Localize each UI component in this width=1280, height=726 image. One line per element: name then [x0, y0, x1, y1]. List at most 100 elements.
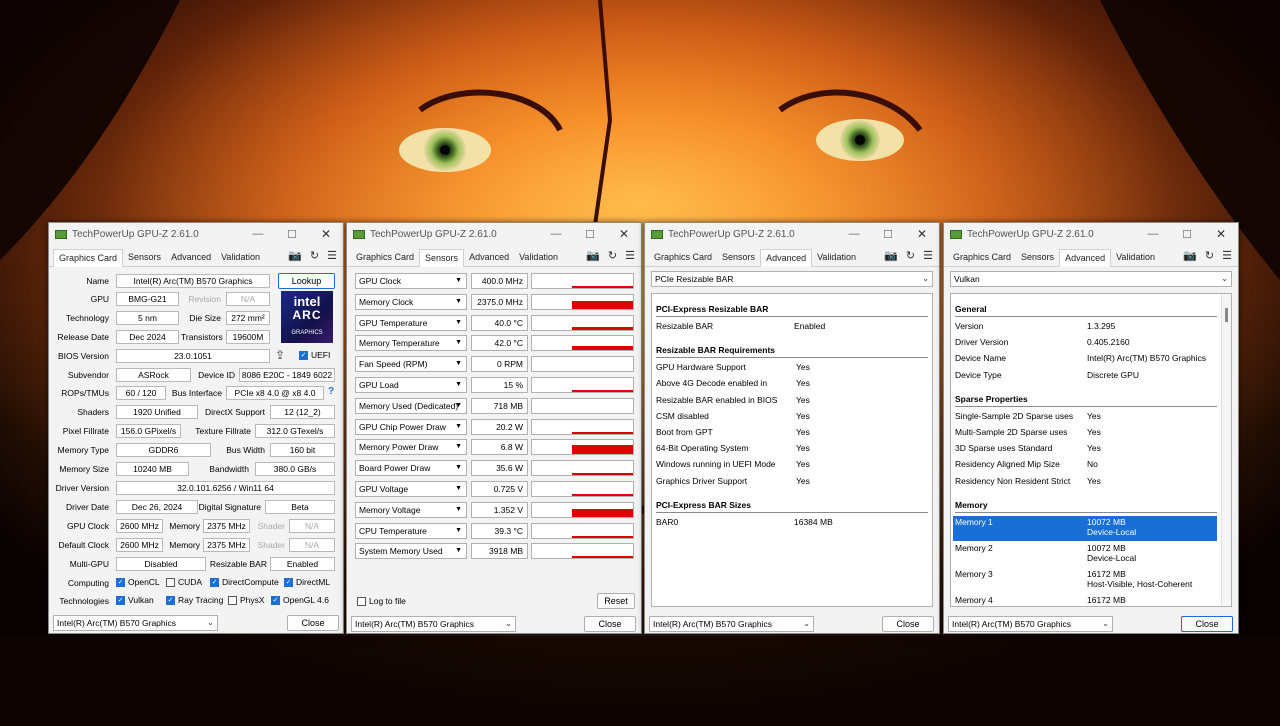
- opencl-checkbox[interactable]: ✓ OpenCL: [116, 577, 160, 587]
- close-window-button[interactable]: ✕: [905, 227, 939, 241]
- tab-sensors[interactable]: Sensors: [1016, 249, 1059, 266]
- advanced-category-select[interactable]: Vulkan ⌄: [950, 271, 1232, 287]
- memory-heap-row[interactable]: Memory 4 16172 MB: [953, 594, 1217, 606]
- tab-graphics-card[interactable]: Graphics Card: [53, 249, 124, 267]
- close-window-button[interactable]: ✕: [607, 227, 641, 241]
- refresh-icon[interactable]: ↻: [608, 249, 617, 262]
- advanced-category-select[interactable]: PCIe Resizable BAR ⌄: [651, 271, 933, 287]
- sensor-name-dropdown[interactable]: Board Power Draw ▼: [355, 460, 467, 477]
- maximize-button[interactable]: ☐: [1170, 228, 1204, 241]
- property-value: Yes: [796, 443, 810, 454]
- sensor-name-dropdown[interactable]: CPU Temperature ▼: [355, 522, 467, 539]
- minimize-button[interactable]: —: [539, 228, 573, 240]
- sensor-name-dropdown[interactable]: GPU Clock ▼: [355, 273, 467, 289]
- gpu-select-dropdown[interactable]: Intel(R) Arc(TM) B570 Graphics ⌄: [351, 616, 516, 632]
- tab-validation[interactable]: Validation: [216, 249, 265, 266]
- lookup-button[interactable]: Lookup: [278, 273, 335, 289]
- log-to-file-checkbox[interactable]: Log to file: [357, 596, 406, 606]
- property-row: Multi-Sample 2D Sparse uses Yes: [955, 427, 1217, 441]
- gpuz-window-sensors: TechPowerUp GPU-Z 2.61.0 — ☐ ✕ Graphics …: [346, 222, 642, 634]
- chevron-down-icon: ▼: [455, 277, 462, 284]
- menu-icon[interactable]: ☰: [625, 249, 635, 262]
- sensor-name-dropdown[interactable]: GPU Load ▼: [355, 377, 467, 393]
- close-button[interactable]: Close: [882, 616, 934, 632]
- camera-icon[interactable]: 📷: [586, 249, 600, 262]
- sensor-name-dropdown[interactable]: System Memory Used ▼: [355, 543, 467, 560]
- sensor-name-dropdown[interactable]: GPU Chip Power Draw ▼: [355, 418, 467, 435]
- tab-sensors[interactable]: Sensors: [123, 249, 166, 266]
- tab-sensors[interactable]: Sensors: [419, 249, 465, 267]
- gpu-select-dropdown[interactable]: Intel(R) Arc(TM) B570 Graphics ⌄: [948, 616, 1113, 632]
- camera-icon[interactable]: 📷: [288, 249, 302, 262]
- tab-advanced[interactable]: Advanced: [760, 249, 813, 267]
- menu-icon[interactable]: ☰: [1222, 249, 1232, 262]
- memory-heap-row[interactable]: Memory 3 16172 MB Host-Visible, Host-Coher…: [953, 568, 1217, 593]
- vulkan-checkbox[interactable]: ✓ Vulkan: [116, 595, 154, 605]
- share-icon[interactable]: ⇪: [275, 348, 285, 362]
- tab-advanced[interactable]: Advanced: [464, 249, 514, 266]
- minimize-button[interactable]: —: [1136, 228, 1170, 240]
- scrollbar-thumb[interactable]: [1225, 308, 1228, 322]
- memory-heap-row[interactable]: Memory 1 10072 MB Device-Local: [953, 515, 1217, 541]
- ray-tracing-checkbox[interactable]: ✓ Ray Tracing: [166, 595, 223, 605]
- refresh-icon[interactable]: ↻: [310, 249, 319, 262]
- sensor-name-dropdown[interactable]: Memory Power Draw ▼: [355, 439, 467, 456]
- refresh-icon[interactable]: ↻: [906, 249, 915, 262]
- scrollbar[interactable]: [1221, 294, 1231, 606]
- pixel-fillrate-value: 156.0 GPixel/s: [116, 424, 181, 438]
- sensor-name-dropdown[interactable]: Memory Used (Dedicated) ▼: [355, 397, 467, 414]
- tab-graphics-card[interactable]: Graphics Card: [649, 249, 717, 266]
- sensor-name-dropdown[interactable]: Fan Speed (RPM) ▼: [355, 356, 467, 373]
- close-window-button[interactable]: ✕: [1204, 227, 1238, 241]
- gpu-select-dropdown[interactable]: Intel(R) Arc(TM) B570 Graphics ⌄: [53, 615, 218, 631]
- tab-validation[interactable]: Validation: [1111, 249, 1160, 266]
- title-bar[interactable]: TechPowerUp GPU-Z 2.61.0 — ☐ ✕: [49, 223, 343, 245]
- refresh-icon[interactable]: ↻: [1205, 249, 1214, 262]
- tab-advanced[interactable]: Advanced: [1059, 249, 1112, 267]
- property-value: Yes: [796, 459, 810, 470]
- sensor-value: 1.352 V: [471, 501, 528, 518]
- maximize-button[interactable]: ☐: [573, 228, 607, 241]
- menu-icon[interactable]: ☰: [923, 249, 933, 262]
- opengl-checkbox[interactable]: ✓ OpenGL 4.6: [271, 595, 329, 605]
- directml-checkbox[interactable]: ✓ DirectML: [284, 577, 330, 587]
- close-window-button[interactable]: ✕: [309, 227, 343, 241]
- property-key: Driver Version: [955, 337, 1009, 348]
- camera-icon[interactable]: 📷: [1183, 249, 1197, 262]
- close-button[interactable]: Close: [584, 616, 636, 632]
- sensor-name-dropdown[interactable]: Memory Clock ▼: [355, 293, 467, 310]
- uefi-checkbox[interactable]: ✓ UEFI: [299, 350, 330, 360]
- minimize-button[interactable]: —: [837, 228, 871, 240]
- title-bar[interactable]: TechPowerUp GPU-Z 2.61.0 — ☐ ✕: [645, 223, 939, 245]
- close-button[interactable]: Close: [287, 615, 339, 631]
- gpu-value: BMG-G21: [116, 292, 179, 306]
- physx-checkbox[interactable]: PhysX: [228, 595, 265, 605]
- sensor-name-dropdown[interactable]: GPU Temperature ▼: [355, 314, 467, 331]
- tab-graphics-card[interactable]: Graphics Card: [948, 249, 1016, 266]
- sensor-name-dropdown[interactable]: GPU Voltage ▼: [355, 481, 467, 497]
- camera-icon[interactable]: 📷: [884, 249, 898, 262]
- tab-validation[interactable]: Validation: [514, 249, 563, 266]
- directcompute-checkbox[interactable]: ✓ DirectCompute: [210, 577, 279, 587]
- title-bar[interactable]: TechPowerUp GPU-Z 2.61.0 — ☐ ✕: [944, 223, 1238, 245]
- minimize-button[interactable]: —: [241, 228, 275, 240]
- close-button[interactable]: Close: [1181, 616, 1233, 632]
- memory-heap-row[interactable]: Memory 2 10072 MB Device-Local: [953, 542, 1217, 567]
- title-bar[interactable]: TechPowerUp GPU-Z 2.61.0 — ☐ ✕: [347, 223, 641, 245]
- tab-advanced[interactable]: Advanced: [166, 249, 216, 266]
- sensor-graph-fill: [572, 286, 633, 288]
- tab-graphics-card[interactable]: Graphics Card: [351, 249, 419, 266]
- gpu-select-dropdown[interactable]: Intel(R) Arc(TM) B570 Graphics ⌄: [649, 616, 814, 632]
- default-clock-value: 2600 MHz: [116, 538, 163, 552]
- menu-icon[interactable]: ☰: [327, 249, 337, 262]
- tab-sensors[interactable]: Sensors: [717, 249, 760, 266]
- property-key: Resizable BAR: [656, 321, 714, 331]
- tab-validation[interactable]: Validation: [812, 249, 861, 266]
- sensor-name-dropdown[interactable]: Memory Voltage ▼: [355, 501, 467, 518]
- maximize-button[interactable]: ☐: [275, 228, 309, 241]
- maximize-button[interactable]: ☐: [871, 228, 905, 241]
- sensor-name-dropdown[interactable]: Memory Temperature ▼: [355, 335, 467, 352]
- help-icon[interactable]: ?: [328, 386, 334, 397]
- cuda-checkbox[interactable]: CUDA: [166, 577, 202, 587]
- reset-button[interactable]: Reset: [597, 593, 635, 609]
